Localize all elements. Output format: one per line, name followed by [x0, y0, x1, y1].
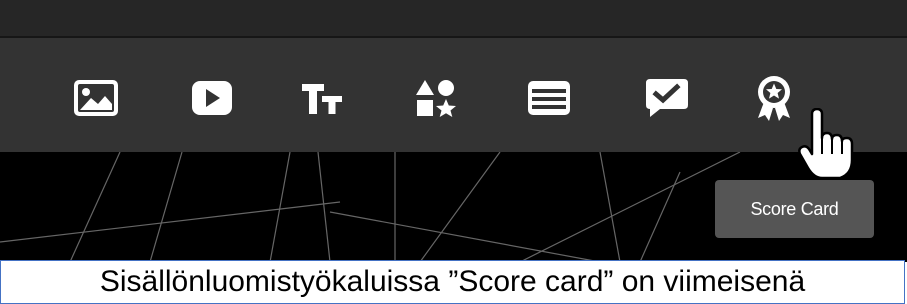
image-tool-button[interactable] — [66, 68, 126, 128]
video-tool-button[interactable] — [182, 68, 242, 128]
score-card-icon — [758, 76, 790, 121]
top-bar — [0, 0, 907, 38]
text-tool-button[interactable] — [293, 68, 353, 128]
score-card-tool-button[interactable] — [744, 68, 804, 128]
content-tools-toolbar — [0, 38, 907, 152]
shapes-icon — [416, 80, 456, 117]
quiz-checkbox-icon — [646, 79, 688, 117]
score-card-tooltip: Score Card — [715, 180, 874, 238]
slide-caption: Sisällönluomistyökaluissa ”Score card” o… — [0, 260, 905, 304]
video-play-icon — [192, 81, 232, 115]
image-icon — [74, 80, 118, 116]
text-icon — [302, 84, 342, 114]
hand-pointer-cursor — [798, 108, 854, 180]
table-tool-button[interactable] — [519, 68, 579, 128]
shapes-tool-button[interactable] — [406, 68, 466, 128]
quiz-tool-button[interactable] — [637, 68, 697, 128]
table-icon — [528, 81, 570, 115]
